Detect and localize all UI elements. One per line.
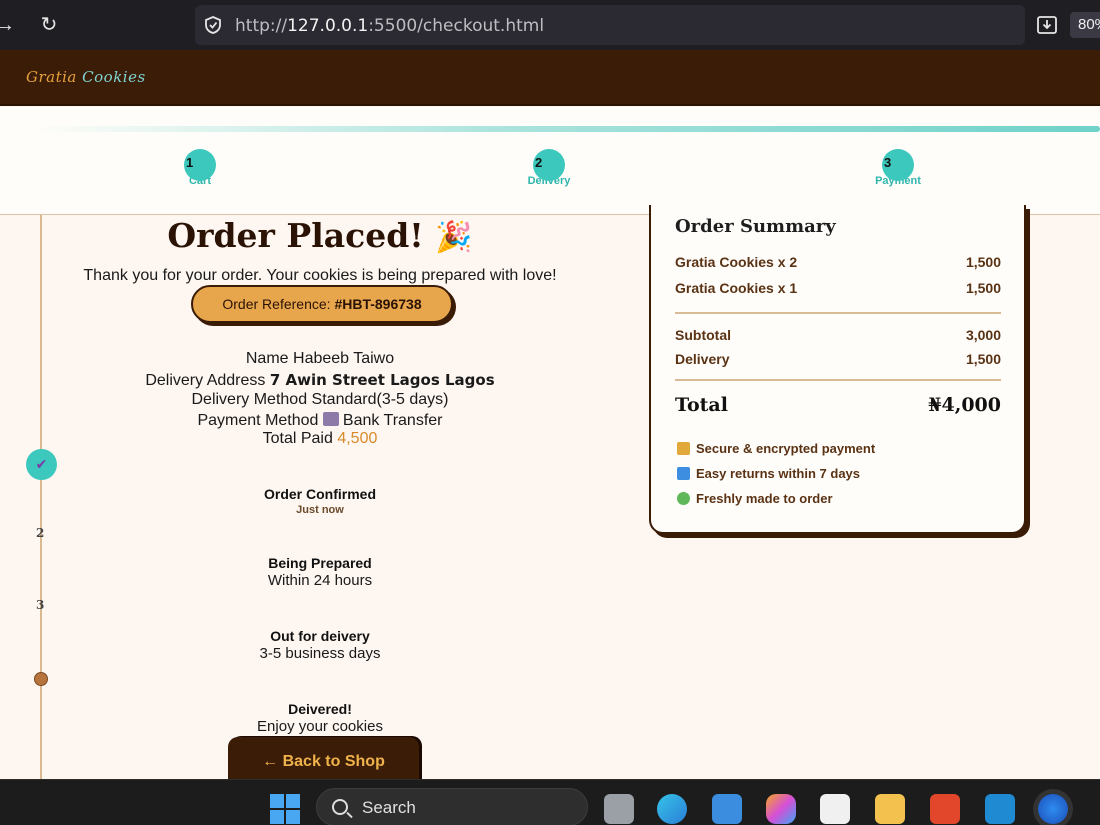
- step-payment[interactable]: 3 Payment: [858, 149, 938, 187]
- detail-method: Delivery Method Standard(3-5 days): [191, 391, 449, 408]
- returns-icon: [677, 467, 690, 480]
- cookie-icon: [34, 672, 48, 686]
- zoom-level[interactable]: 80%: [1070, 12, 1100, 38]
- brave-browser-icon[interactable]: [930, 794, 960, 824]
- timeline-step-title: Deivered!: [288, 701, 352, 717]
- subtotal-row: Subtotal 3,000: [675, 327, 1001, 343]
- timeline-marker-3: 3: [36, 598, 45, 612]
- timeline-step-sub: 3-5 business days: [259, 645, 381, 662]
- os-taskbar: Search: [0, 779, 1100, 825]
- timeline-step-title: Order Confirmed: [263, 486, 376, 502]
- forward-arrow-icon[interactable]: →: [0, 12, 18, 38]
- leaf-icon: [677, 492, 690, 505]
- step-circle: 1: [184, 149, 216, 181]
- timeline-step-title: Being Prepared: [268, 555, 372, 571]
- vscode-icon[interactable]: [985, 794, 1015, 824]
- party-popper-icon: 🎉: [435, 220, 473, 255]
- edge-browser-icon[interactable]: [657, 794, 687, 824]
- task-view-icon[interactable]: [604, 794, 634, 824]
- page-title: Order Placed! 🎉: [167, 216, 473, 255]
- progress-bar: [30, 126, 1100, 132]
- download-icon[interactable]: [1036, 14, 1058, 36]
- back-to-shop-button[interactable]: ← Back to Shop: [228, 737, 419, 782]
- reload-icon[interactable]: ↻: [36, 12, 62, 38]
- step-circle: 3: [882, 149, 914, 181]
- lock-icon: [677, 442, 690, 455]
- site-header: Gratia Cookies: [0, 50, 1100, 106]
- thank-you-message: Thank you for your order. Your cookies i…: [83, 267, 557, 284]
- timeline-step-sub: Enjoy your cookies: [257, 718, 383, 735]
- detail-address: Delivery Address 7 Awin Street Lagos Lag…: [145, 371, 495, 389]
- step-cart[interactable]: 1 Cart: [160, 149, 240, 187]
- checkmark-icon: ✔: [26, 449, 57, 480]
- divider: [675, 379, 1001, 381]
- detail-payment: Payment Method Bank Transfer: [197, 412, 443, 429]
- search-icon: [332, 799, 348, 815]
- detail-total-paid: Total Paid 4,500: [262, 430, 378, 447]
- site-logo[interactable]: Gratia Cookies: [26, 68, 146, 86]
- step-delivery[interactable]: 2 Delivery: [509, 149, 589, 187]
- store-icon[interactable]: [820, 794, 850, 824]
- divider: [675, 312, 1001, 314]
- browser-toolbar: → ↻ http://127.0.0.1:5500/checkout.html …: [0, 0, 1100, 50]
- detail-name: Name Habeeb Taiwo: [245, 350, 395, 367]
- checkout-stepper: 1 Cart 2 Delivery 3 Payment: [0, 107, 1100, 215]
- file-explorer-icon[interactable]: [875, 794, 905, 824]
- url-text: http://127.0.0.1:5500/checkout.html: [235, 16, 545, 36]
- taskbar-search[interactable]: Search: [316, 788, 588, 825]
- timeline-marker-2: 2: [36, 526, 45, 540]
- windows-start-icon[interactable]: [270, 794, 300, 824]
- order-summary-card: Order Summary Gratia Cookies x 2 1,500 Gr…: [649, 205, 1026, 534]
- feature-secure: Secure & encrypted payment: [677, 441, 875, 456]
- delivery-row: Delivery 1,500: [675, 351, 1001, 367]
- bank-icon: [322, 412, 339, 426]
- summary-item: Gratia Cookies x 1 1,500: [675, 280, 1001, 296]
- feature-fresh: Freshly made to order: [677, 491, 833, 506]
- feature-returns: Easy returns within 7 days: [677, 466, 860, 481]
- order-reference-badge: Order Reference: #HBT-896738: [191, 285, 453, 323]
- timeline-rail: [40, 215, 42, 780]
- copilot-icon[interactable]: [766, 794, 796, 824]
- timeline-step-title: Out for deivery: [270, 628, 370, 644]
- summary-item: Gratia Cookies x 2 1,500: [675, 254, 1001, 270]
- summary-title: Order Summary: [675, 216, 836, 237]
- step-circle: 2: [533, 149, 565, 181]
- firefox-icon[interactable]: [1038, 794, 1068, 824]
- total-row: Total ₦4,000: [675, 394, 1001, 416]
- address-bar[interactable]: http://127.0.0.1:5500/checkout.html: [195, 5, 1025, 45]
- timeline-step-sub: Within 24 hours: [267, 572, 373, 589]
- notepad-icon[interactable]: [712, 794, 742, 824]
- shield-icon: [205, 16, 221, 34]
- timeline-step-sub: Just now: [296, 504, 344, 516]
